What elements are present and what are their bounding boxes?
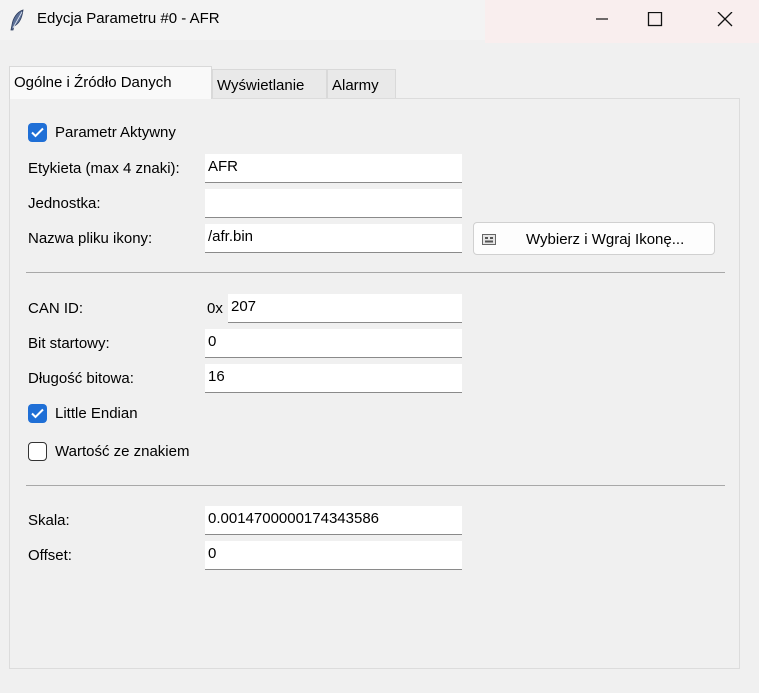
check-icon	[31, 127, 44, 138]
can-id-prefix: 0x	[207, 300, 223, 317]
label-input[interactable]: AFR	[205, 154, 462, 183]
feather-icon	[10, 9, 24, 31]
offset-input[interactable]: 0	[205, 541, 462, 570]
tab-general-label: Ogólne i Źródło Danych	[14, 74, 172, 91]
can-id-label: CAN ID:	[28, 300, 84, 317]
close-button[interactable]	[702, 0, 748, 40]
bit-length-input[interactable]: 16	[205, 364, 462, 393]
tab-alarms[interactable]: Alarmy	[327, 69, 396, 99]
separator	[26, 485, 725, 486]
start-bit-label: Bit startowy:	[28, 335, 110, 352]
separator	[26, 272, 725, 273]
window-title: Edycja Parametru #0 - AFR	[37, 10, 220, 27]
label-field-label: Etykieta (max 4 znaki):	[28, 160, 180, 177]
choose-icon-button-label: Wybierz i Wgraj Ikonę...	[526, 231, 685, 248]
little-endian-label: Little Endian	[55, 405, 138, 422]
scale-input[interactable]: 0.0014700000174343586	[205, 506, 462, 535]
start-bit-input[interactable]: 0	[205, 329, 462, 358]
minimize-icon	[596, 18, 608, 20]
unit-input[interactable]	[205, 189, 462, 218]
active-checkbox-label: Parametr Aktywny	[55, 124, 176, 141]
image-icon	[482, 234, 496, 245]
icon-file-input[interactable]: /afr.bin	[205, 224, 462, 253]
maximize-button[interactable]	[632, 0, 678, 40]
signed-label: Wartość ze znakiem	[55, 443, 190, 460]
little-endian-checkbox[interactable]	[28, 404, 47, 423]
maximize-icon	[647, 12, 663, 27]
check-icon	[31, 408, 44, 419]
signed-checkbox[interactable]	[28, 442, 47, 461]
choose-icon-button[interactable]: Wybierz i Wgraj Ikonę...	[473, 222, 715, 255]
close-icon	[717, 12, 733, 27]
tab-display[interactable]: Wyświetlanie	[212, 69, 327, 99]
title-bar: Edycja Parametru #0 - AFR	[0, 0, 759, 43]
active-checkbox[interactable]	[28, 123, 47, 142]
can-id-input[interactable]: 207	[228, 294, 462, 323]
bit-length-label: Długość bitowa:	[28, 370, 134, 387]
minimize-button[interactable]	[580, 0, 626, 40]
offset-label: Offset:	[28, 547, 72, 564]
tab-alarms-label: Alarmy	[332, 77, 379, 94]
icon-file-label: Nazwa pliku ikony:	[28, 230, 153, 247]
scale-label: Skala:	[28, 512, 70, 529]
unit-field-label: Jednostka:	[28, 195, 101, 212]
tab-general[interactable]: Ogólne i Źródło Danych	[9, 66, 212, 99]
tab-display-label: Wyświetlanie	[217, 77, 305, 94]
